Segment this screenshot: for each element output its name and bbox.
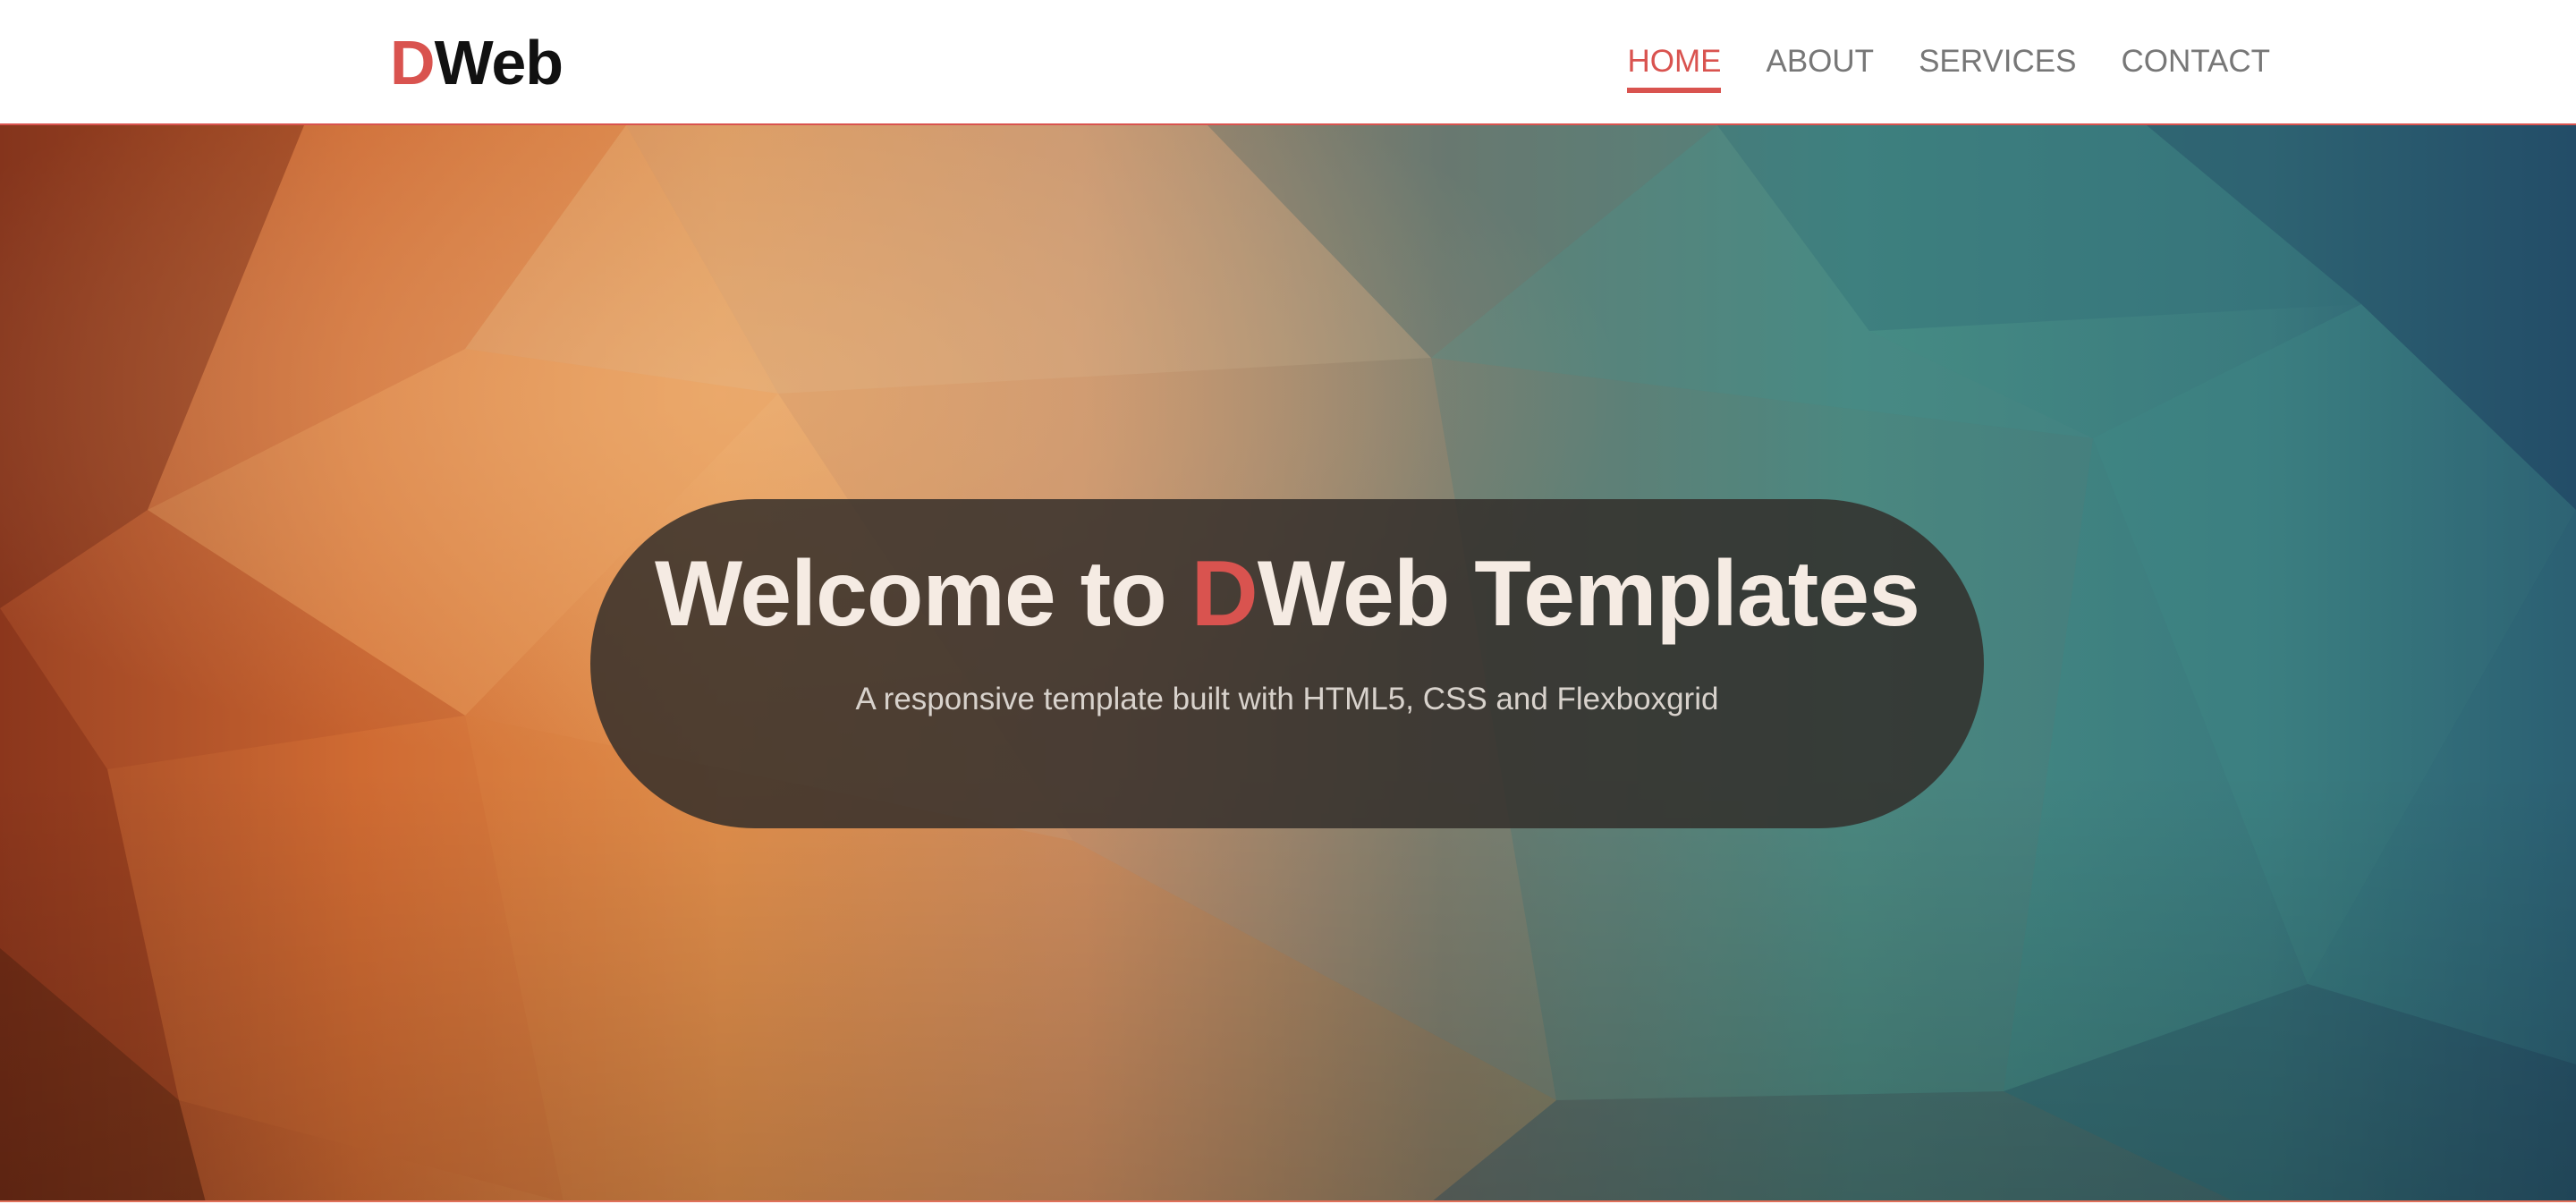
top-navbar: DWeb HOME ABOUT SERVICES CONTACT xyxy=(0,0,2576,125)
hero-banner: Welcome to DWeb Templates A responsive t… xyxy=(590,499,1984,828)
brand-logo-accent: D xyxy=(390,28,436,98)
hero-title-prefix: Welcome to xyxy=(654,542,1191,646)
main-nav: HOME ABOUT SERVICES CONTACT xyxy=(1627,39,2270,93)
nav-link-about[interactable]: ABOUT xyxy=(1766,39,1874,84)
hero-subtitle: A responsive template built with HTML5, … xyxy=(855,682,1719,716)
brand-logo[interactable]: DWeb xyxy=(390,27,564,98)
brand-logo-text: Web xyxy=(434,28,564,98)
nav-link-contact[interactable]: CONTACT xyxy=(2121,39,2270,84)
hero-section: Welcome to DWeb Templates A responsive t… xyxy=(0,125,2576,1202)
nav-link-home[interactable]: HOME xyxy=(1627,39,1722,93)
hero-title: Welcome to DWeb Templates xyxy=(590,499,1984,648)
hero-title-suffix: Web Templates xyxy=(1257,542,1920,646)
hero-title-accent: D xyxy=(1191,542,1258,646)
nav-link-services[interactable]: SERVICES xyxy=(1919,39,2076,84)
